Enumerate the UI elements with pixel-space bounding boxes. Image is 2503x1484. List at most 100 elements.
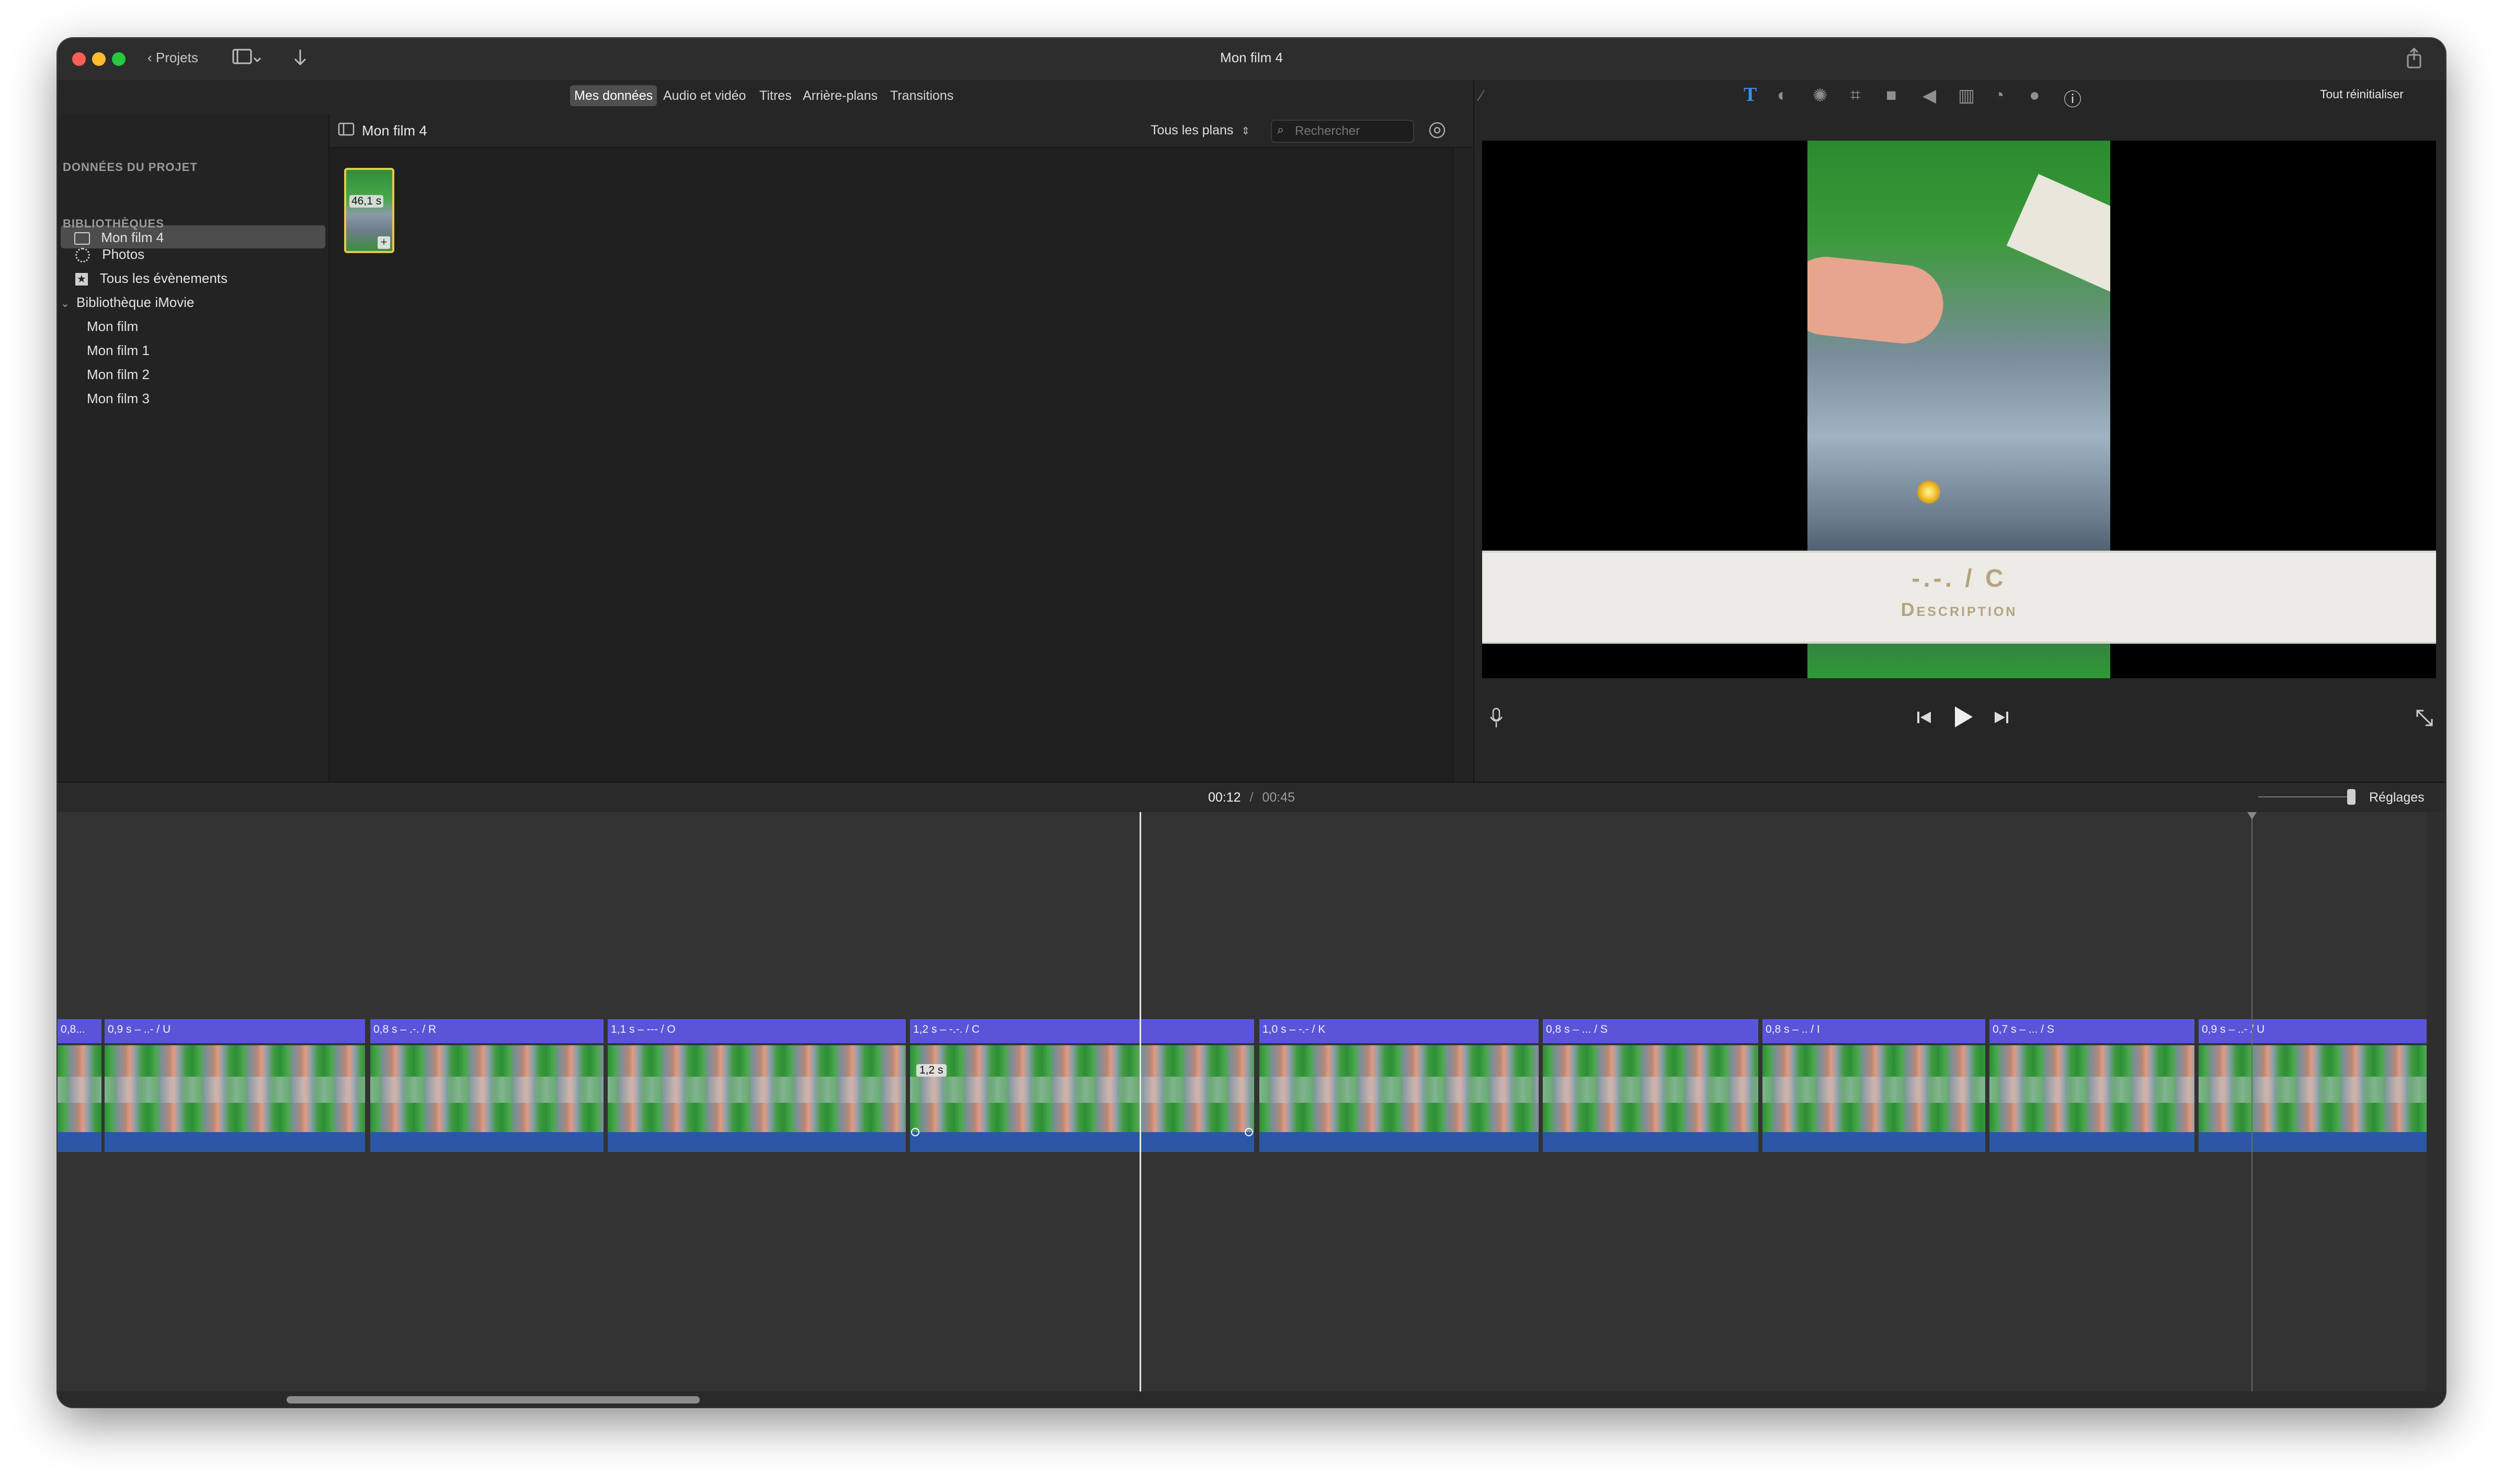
reset-all-button[interactable]: Tout réinitialiser xyxy=(2320,87,2404,101)
clip-label: 0,7 s – ... / S xyxy=(1993,1023,2054,1035)
timeline-clip-1[interactable]: 0,9 s – ..- / U xyxy=(105,1019,365,1152)
play-icon[interactable] xyxy=(1952,704,1975,732)
title-overlay-banner[interactable]: -.-. / C Description xyxy=(1482,551,2436,644)
skip-back-icon[interactable] xyxy=(1915,709,1933,729)
color-balance-icon[interactable]: ◐ xyxy=(1777,85,1788,106)
timeline-clip-2[interactable]: 0,8 s – .-. / R xyxy=(370,1019,604,1152)
clip-filmstrip xyxy=(910,1045,1254,1132)
total-time: 00:45 xyxy=(1262,790,1295,805)
clip-audio-waveform xyxy=(1543,1132,1758,1152)
sidebar-item-imovie-library[interactable]: ⌄ Bibliothèque iMovie xyxy=(61,294,194,311)
sidebar-item-project[interactable]: Mon film 4 xyxy=(74,230,164,246)
zoom-slider-thumb[interactable] xyxy=(2347,789,2356,805)
clip-audio-waveform xyxy=(105,1132,365,1152)
noise-reduction-icon[interactable]: ● xyxy=(2029,85,2040,106)
playhead[interactable] xyxy=(1140,812,1141,1407)
overlay-subtitle-text: Description xyxy=(1901,599,2018,620)
led-light xyxy=(1917,481,1940,504)
media-clip-thumbnail[interactable]: 46,1 s + xyxy=(344,168,394,253)
clip-filmstrip xyxy=(1989,1045,2194,1132)
trim-handle-left[interactable] xyxy=(911,1128,919,1136)
add-to-timeline-icon[interactable]: + xyxy=(378,236,390,249)
search-field[interactable]: ⌕ xyxy=(1271,120,1414,143)
timeline-clip-6[interactable]: 0,8 s – ... / S xyxy=(1543,1019,1758,1152)
end-marker-triangle-icon xyxy=(2247,812,2257,819)
timeline-clip-5[interactable]: 1,0 s – -.- / K xyxy=(1259,1019,1539,1152)
clip-duration-badge: 46,1 s xyxy=(349,195,384,208)
overlay-title-text: -.-. / C xyxy=(1912,565,2007,592)
clip-filmstrip xyxy=(370,1045,604,1132)
clip-filter-select[interactable]: Tous les plans ⇕ xyxy=(1151,123,1250,138)
search-input[interactable] xyxy=(1294,123,1406,140)
timeline-clip-9[interactable]: 0,9 s – ..- / U xyxy=(2199,1019,2427,1152)
timeline-clip-3[interactable]: 1,1 s – --- / O xyxy=(608,1019,906,1152)
project-end-marker xyxy=(2251,812,2252,1407)
timeline-clip-4-selected[interactable]: 1,2 s – -.-. / C 1,2 s xyxy=(910,1019,1254,1152)
clip-filmstrip xyxy=(2199,1045,2427,1132)
skip-forward-icon[interactable] xyxy=(1993,709,2010,729)
timeline-horizontal-scroll-thumb[interactable] xyxy=(287,1396,700,1403)
title-bar: ‹ Projets Mon film 4 xyxy=(58,38,2445,81)
clip-audio-waveform xyxy=(58,1132,101,1152)
sidebar-toggle-icon[interactable] xyxy=(338,122,355,139)
clip-title-bar: 0,9 s – ..- / U xyxy=(105,1019,365,1043)
zoom-slider-track[interactable] xyxy=(2258,796,2349,797)
timeline-clip-0[interactable]: 0,8... xyxy=(58,1019,101,1152)
color-correction-icon[interactable]: ✺ xyxy=(1813,85,1828,106)
volume-icon[interactable]: ◀ xyxy=(1922,85,1936,106)
trim-handle-right[interactable] xyxy=(1245,1128,1253,1136)
sidebar-item-all-events[interactable]: ★ Tous les évènements xyxy=(75,270,227,287)
tab-mes-donnees[interactable]: Mes données xyxy=(570,85,657,106)
sidebar-item-mon-film-3[interactable]: Mon film 3 xyxy=(87,391,150,407)
timeline-settings-button[interactable]: Réglages xyxy=(2369,790,2425,805)
clip-audio-waveform xyxy=(910,1132,1254,1152)
photos-icon xyxy=(75,248,90,263)
speed-icon[interactable]: ◔ xyxy=(1994,85,2005,106)
browser-title: Mon film 4 xyxy=(362,123,427,139)
stabilization-icon[interactable]: ■ xyxy=(1886,85,1897,106)
sidebar-item-mon-film-2[interactable]: Mon film 2 xyxy=(87,367,150,383)
imovie-window: ‹ Projets Mon film 4 Mes données Audio e… xyxy=(58,38,2445,1407)
info-icon[interactable]: ⓘ xyxy=(2064,85,2081,111)
paper-shape xyxy=(2006,174,2110,301)
title-icon[interactable]: T xyxy=(1744,83,1757,106)
tab-transitions[interactable]: Transitions xyxy=(886,85,958,106)
clip-audio-waveform xyxy=(370,1132,604,1152)
clip-filmstrip xyxy=(608,1045,906,1132)
browser-settings-icon[interactable] xyxy=(1428,121,1447,142)
search-icon: ⌕ xyxy=(1277,123,1284,137)
clip-audio-waveform xyxy=(1989,1132,2194,1152)
clip-audio-waveform xyxy=(1762,1132,1985,1152)
timeline-vertical-scrollbar[interactable] xyxy=(2427,812,2445,1391)
fullscreen-icon[interactable] xyxy=(2414,707,2435,731)
libraries-sidebar: DONNÉES DU PROJET Mon film 4 BIBLIOTHÈQU… xyxy=(58,115,329,782)
browser-scrollbar[interactable] xyxy=(1453,148,1473,782)
microphone-icon[interactable] xyxy=(1488,706,1504,732)
timeline-clip-8[interactable]: 0,7 s – ... / S xyxy=(1989,1019,2194,1152)
finger-shape xyxy=(1807,253,1948,348)
tab-arriere-plans[interactable]: Arrière-plans xyxy=(799,85,882,106)
clip-label: 0,8 s – .. / I xyxy=(1766,1023,1820,1035)
clip-title-bar: 1,2 s – -.-. / C xyxy=(910,1019,1254,1043)
crop-icon[interactable]: ⌗ xyxy=(1850,85,1860,106)
clip-title-bar: 0,9 s – ..- / U xyxy=(2199,1019,2427,1043)
tab-audio-video[interactable]: Audio et vidéo xyxy=(659,85,750,106)
timeline-clip-7[interactable]: 0,8 s – .. / I xyxy=(1762,1019,1985,1152)
clip-title-bar: 0,8 s – .-. / R xyxy=(370,1019,604,1043)
equalizer-icon[interactable]: ▥ xyxy=(1958,85,1975,106)
share-icon[interactable] xyxy=(2405,47,2424,73)
tab-titres[interactable]: Titres xyxy=(755,85,796,106)
sidebar-item-mon-film-1[interactable]: Mon film 1 xyxy=(87,343,150,359)
star-icon: ★ xyxy=(75,273,88,286)
sidebar-item-mon-film[interactable]: Mon film xyxy=(87,318,138,335)
clip-filmstrip xyxy=(1762,1045,1985,1132)
clip-label: 1,2 s – -.-. / C xyxy=(913,1023,980,1035)
timeline-header: 00:12 / 00:45 Réglages xyxy=(58,782,2445,813)
clip-label: 1,0 s – -.- / K xyxy=(1262,1023,1326,1035)
current-time: 00:12 xyxy=(1208,790,1241,805)
magic-wand-icon[interactable]: ⁄ xyxy=(1480,87,1483,105)
timecode-display: 00:12 / 00:45 xyxy=(58,790,2445,805)
clip-audio-waveform xyxy=(2199,1132,2427,1152)
clip-audio-waveform xyxy=(1259,1132,1539,1152)
sidebar-item-photos[interactable]: Photos xyxy=(75,246,144,263)
